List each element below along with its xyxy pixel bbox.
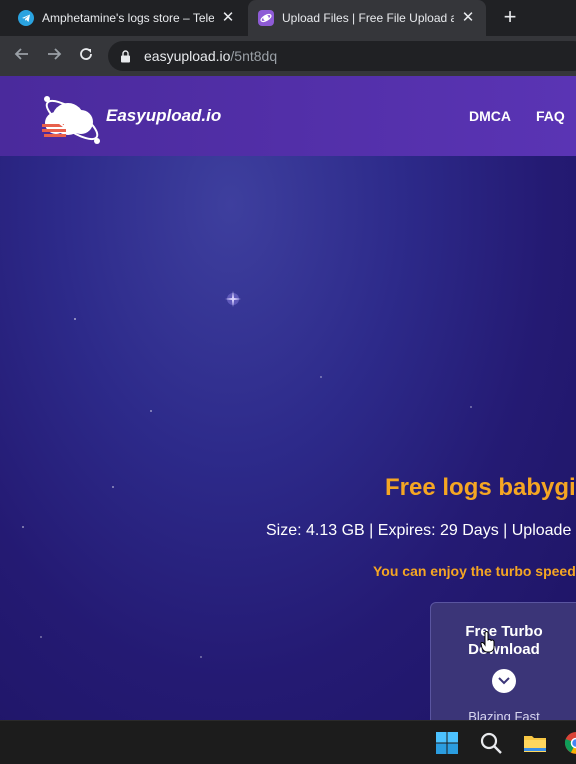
tab-title: Amphetamine's logs store – Tele xyxy=(42,11,214,25)
star xyxy=(74,318,76,320)
url-path: /5nt8dq xyxy=(230,48,277,64)
chrome-icon[interactable] xyxy=(564,731,576,755)
back-arrow-icon[interactable] xyxy=(10,44,34,68)
download-card-subtitle: Blazing Fast xyxy=(431,709,576,720)
url-host: easyupload.io xyxy=(144,48,230,64)
taskbar xyxy=(0,720,576,764)
star xyxy=(150,410,152,412)
new-tab-button[interactable]: + xyxy=(498,6,522,30)
star xyxy=(470,406,472,408)
lock-icon xyxy=(120,50,134,63)
star xyxy=(22,526,24,528)
download-card-title: Free Turbo Download xyxy=(431,623,576,659)
tab-easyupload[interactable]: Upload Files | Free File Upload a ✕ xyxy=(248,0,486,36)
easyupload-favicon xyxy=(258,10,274,26)
forward-arrow-icon[interactable] xyxy=(42,44,66,68)
browser-toolbar: easyupload.io/5nt8dq xyxy=(0,36,576,76)
chevron-down-icon[interactable] xyxy=(492,669,516,693)
telegram-icon xyxy=(18,10,34,26)
page-content: Easyupload.io DMCA FAQ Free logs babygi … xyxy=(0,76,576,720)
file-meta: Size: 4.13 GB | Expires: 29 Days | Uploa… xyxy=(266,522,571,540)
star xyxy=(320,376,322,378)
close-tab-icon[interactable]: ✕ xyxy=(220,10,236,26)
site-brand[interactable]: Easyupload.io xyxy=(106,106,221,126)
tab-telegram[interactable]: Amphetamine's logs store – Tele ✕ xyxy=(8,0,246,36)
reload-icon[interactable] xyxy=(74,44,98,68)
close-tab-icon[interactable]: ✕ xyxy=(460,10,476,26)
nav-faq[interactable]: FAQ xyxy=(536,108,565,124)
easyupload-logo[interactable] xyxy=(38,90,108,146)
site-header: Easyupload.io DMCA FAQ xyxy=(0,76,576,156)
star xyxy=(112,486,114,488)
tab-strip: Amphetamine's logs store – Tele ✕ Upload… xyxy=(0,0,576,36)
file-explorer-icon[interactable] xyxy=(523,731,547,755)
free-turbo-download-card[interactable]: Free Turbo Download Blazing Fast xyxy=(430,602,576,720)
star xyxy=(200,656,202,658)
sparkle-star-icon xyxy=(224,290,242,308)
turbo-note: You can enjoy the turbo speed xyxy=(373,563,576,579)
file-title: Free logs babygi xyxy=(385,474,576,502)
hand-cursor-icon xyxy=(480,631,496,653)
nav-dmca[interactable]: DMCA xyxy=(469,108,511,124)
search-icon[interactable] xyxy=(479,731,503,755)
address-bar[interactable]: easyupload.io/5nt8dq xyxy=(108,41,576,71)
tab-title: Upload Files | Free File Upload a xyxy=(282,11,454,25)
windows-start-icon[interactable] xyxy=(435,731,459,755)
star xyxy=(40,636,42,638)
